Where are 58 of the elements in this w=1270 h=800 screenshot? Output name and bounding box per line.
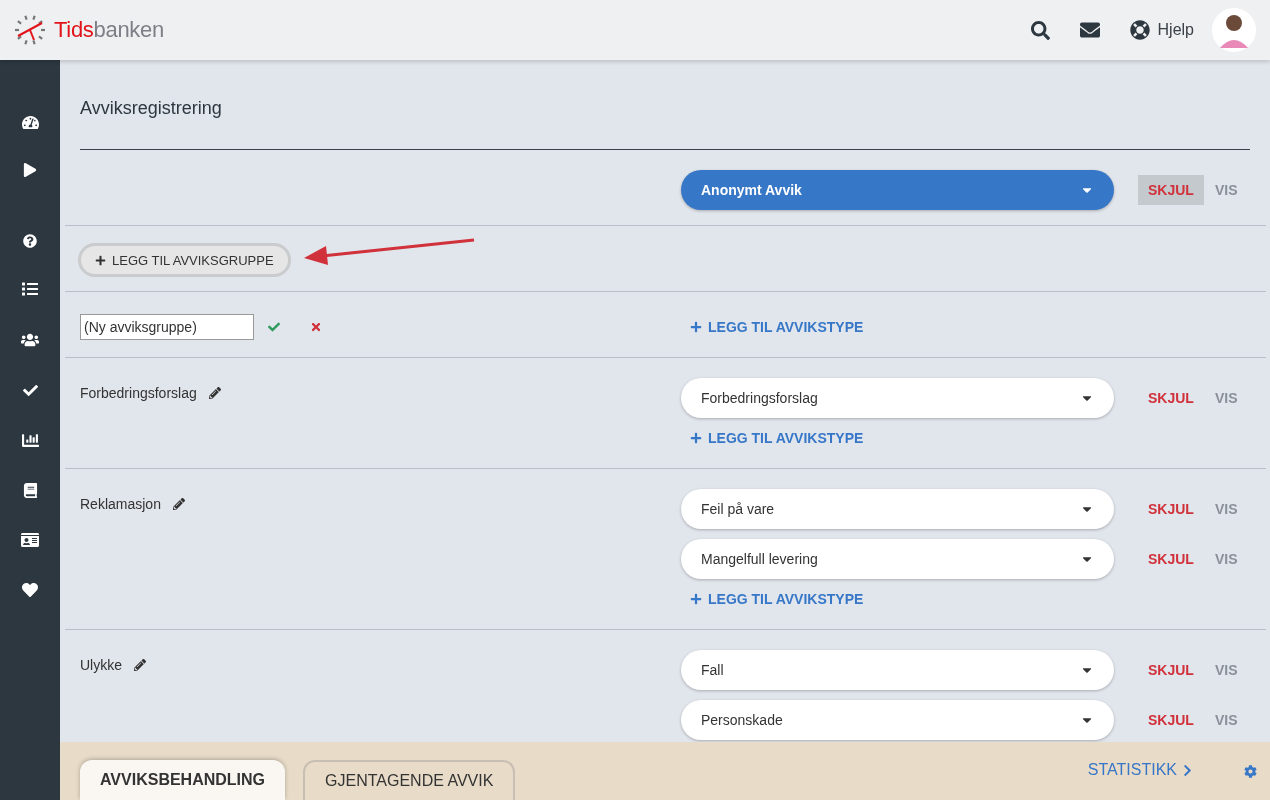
lifebuoy-icon (1129, 20, 1150, 40)
footer-tab[interactable]: GJENTAGENDE AVVIK (303, 760, 516, 800)
add-group-button[interactable]: LEGG TIL AVVIKSGRUPPE (78, 243, 291, 277)
help-icon[interactable] (23, 234, 37, 248)
play-icon[interactable] (23, 163, 37, 177)
page-title: Avviksregistrering (79, 97, 223, 120)
search-icon[interactable] (1030, 20, 1050, 40)
pencil-icon[interactable] (172, 498, 185, 510)
chevron-icon (1181, 763, 1194, 777)
pencil-icon[interactable] (208, 387, 221, 399)
settings-icon[interactable] (1244, 764, 1257, 778)
help-link[interactable]: Hjelp (1129, 20, 1194, 40)
visibility-toggle[interactable]: VIS (1204, 383, 1248, 413)
group-name-input[interactable]: (Ny avviksgruppe) (80, 314, 254, 340)
gauge-icon[interactable] (21, 113, 39, 131)
statistics-link[interactable]: STATISTIKK (1087, 761, 1194, 779)
visibility-toggle[interactable]: VIS (1204, 544, 1248, 574)
visibility-toggle[interactable]: SKJUL (1138, 655, 1204, 685)
category-dropdown[interactable]: Anonymt Avvik (681, 170, 1114, 210)
logo-text: Tidsbanken (54, 17, 164, 43)
confirm-icon[interactable] (268, 321, 280, 333)
add-type-link[interactable]: LEGG TIL AVVIKSTYPE (681, 312, 1266, 342)
group-name: Forbedringsforslag (80, 384, 197, 403)
plus-icon (690, 321, 702, 333)
add-type-link[interactable]: LEGG TIL AVVIKSTYPE (681, 423, 1266, 453)
visibility-toggle[interactable]: SKJUL (1138, 175, 1204, 205)
book-icon[interactable] (22, 482, 38, 498)
group-name: Reklamasjon (80, 495, 161, 514)
heart-icon[interactable] (22, 582, 38, 598)
type-dropdown[interactable]: Mangelfull levering (681, 539, 1114, 579)
type-dropdown[interactable]: Fall (681, 650, 1114, 690)
visibility-toggle[interactable]: VIS (1204, 705, 1248, 735)
visibility-toggle[interactable]: SKJUL (1138, 383, 1204, 413)
avatar[interactable] (1212, 8, 1256, 52)
plus-icon (690, 593, 702, 605)
type-dropdown[interactable]: Forbedringsforslag (681, 378, 1114, 418)
group-name: Ulykke (80, 656, 122, 675)
visibility-toggle[interactable]: SKJUL (1138, 544, 1204, 574)
visibility-toggle[interactable]: SKJUL (1138, 705, 1204, 735)
type-dropdown[interactable]: Personskade (681, 700, 1114, 740)
plus-icon (690, 432, 702, 444)
check-icon[interactable] (22, 382, 38, 398)
add-type-link[interactable]: LEGG TIL AVVIKSTYPE (681, 584, 1266, 614)
id-card-icon[interactable] (21, 531, 39, 549)
close-icon[interactable] (310, 321, 322, 333)
visibility-toggle[interactable]: VIS (1204, 175, 1248, 205)
envelope-icon[interactable] (1079, 20, 1100, 40)
visibility-toggle[interactable]: VIS (1204, 655, 1248, 685)
plus-icon (95, 254, 106, 266)
clock-logo-icon (14, 14, 46, 46)
users-icon[interactable] (21, 331, 39, 349)
visibility-toggle[interactable]: VIS (1204, 494, 1248, 524)
pencil-icon[interactable] (134, 659, 146, 671)
footer-tab[interactable]: AVVIKSBEHANDLING (80, 760, 286, 800)
list-icon[interactable] (22, 281, 38, 297)
visibility-toggle[interactable]: SKJUL (1138, 494, 1204, 524)
bar-chart-icon[interactable] (21, 431, 39, 449)
type-dropdown[interactable]: Feil på vare (681, 489, 1114, 529)
